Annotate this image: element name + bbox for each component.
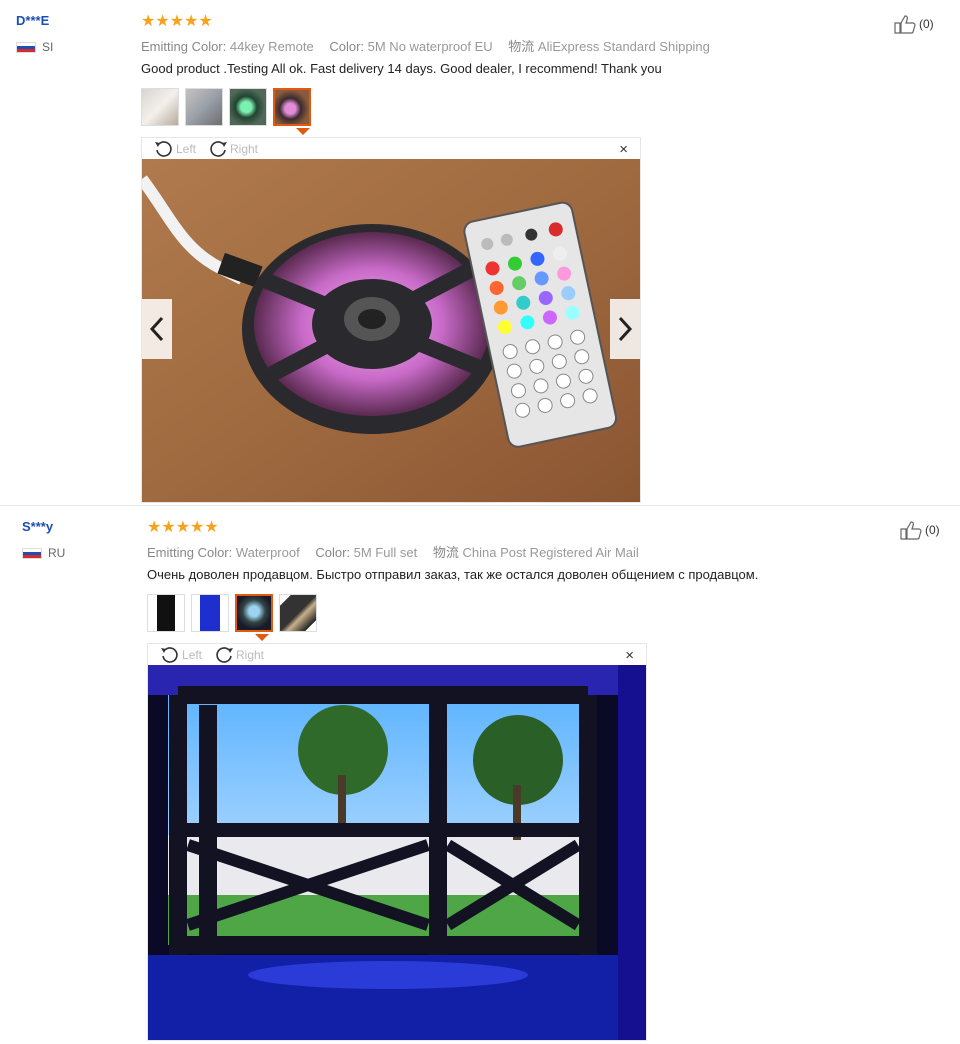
rating-stars: ★★★★★ xyxy=(141,13,213,30)
photo-thumbnails xyxy=(147,594,317,632)
reviewer-country: RU xyxy=(22,546,65,560)
rotate-right-label: Right xyxy=(230,142,259,156)
review-photo xyxy=(148,665,646,1040)
chevron-right-icon xyxy=(618,316,633,342)
close-icon[interactable]: × xyxy=(625,647,634,664)
rotate-left-icon xyxy=(161,647,178,663)
reviewer-name[interactable]: S***y xyxy=(22,519,53,534)
rating-stars: ★★★★★ xyxy=(147,519,219,536)
reviewer-name[interactable]: D***E xyxy=(16,13,49,28)
like-button[interactable]: (0) xyxy=(893,14,934,34)
photo-thumbnails xyxy=(141,88,311,126)
rotate-right-button[interactable]: Right xyxy=(208,140,258,158)
color-value: 5M Full set xyxy=(353,545,418,560)
flag-icon xyxy=(22,547,42,559)
sku-attributes: Emitting Color: 44key Remote Color: 5M N… xyxy=(141,36,722,55)
rotate-left-label: Left xyxy=(182,648,203,662)
review-text: Очень доволен продавцом. Быстро отправил… xyxy=(147,567,759,582)
rotate-left-button[interactable]: Left xyxy=(154,140,196,158)
rotate-left-button[interactable]: Left xyxy=(160,646,202,664)
review-text: Good product .Testing All ok. Fast deliv… xyxy=(141,61,662,76)
thumbnail-4[interactable] xyxy=(273,88,311,126)
active-thumb-caret xyxy=(255,634,269,641)
color-label: Color: xyxy=(315,545,351,560)
thumbs-up-icon xyxy=(894,15,916,34)
blue-led-window-photo xyxy=(148,665,646,1040)
emitting-label: Emitting Color: xyxy=(141,39,227,54)
emitting-value: 44key Remote xyxy=(229,39,314,54)
country-code: SI xyxy=(42,40,54,54)
chevron-left-icon xyxy=(149,316,164,342)
review-item-1: D***E SI ★★★★★ Emitting Color: 44key Rem… xyxy=(0,0,960,505)
like-button[interactable]: (0) xyxy=(899,520,940,540)
shipping-value: China Post Registered Air Mail xyxy=(462,545,639,560)
photo-viewer: Left Right × xyxy=(141,137,641,503)
reviewer-country: SI xyxy=(16,40,53,54)
like-count: (0) xyxy=(925,523,940,537)
shipping-label: 物流 xyxy=(432,545,459,560)
flag-icon xyxy=(16,41,36,53)
rotate-left-label: Left xyxy=(176,142,197,156)
emitting-value: Waterproof xyxy=(235,545,300,560)
thumbnail-4[interactable] xyxy=(279,594,317,632)
review-photo xyxy=(142,159,640,502)
thumbnail-3[interactable] xyxy=(229,88,267,126)
led-strip-photo xyxy=(142,159,640,502)
viewer-toolbar: Left Right × xyxy=(142,138,640,158)
close-icon[interactable]: × xyxy=(619,141,628,158)
shipping-value: AliExpress Standard Shipping xyxy=(537,39,710,54)
thumbnail-2[interactable] xyxy=(191,594,229,632)
next-photo-button[interactable] xyxy=(610,299,640,359)
color-label: Color: xyxy=(329,39,365,54)
rotate-left-icon xyxy=(155,141,172,157)
viewer-toolbar: Left Right × xyxy=(148,644,646,664)
active-thumb-caret xyxy=(296,128,310,135)
previous-photo-button[interactable] xyxy=(142,299,172,359)
thumbnail-3[interactable] xyxy=(235,594,273,632)
emitting-label: Emitting Color: xyxy=(147,545,233,560)
rotate-right-label: Right xyxy=(236,648,265,662)
sku-attributes: Emitting Color: Waterproof Color: 5M Ful… xyxy=(147,542,651,561)
country-code: RU xyxy=(48,546,66,560)
rotate-right-button[interactable]: Right xyxy=(214,646,264,664)
photo-viewer: Left Right × xyxy=(147,643,647,1041)
shipping-label: 物流 xyxy=(508,39,535,54)
review-item-2: S***y RU ★★★★★ Emitting Color: Waterproo… xyxy=(0,505,960,1044)
thumbnail-2[interactable] xyxy=(185,88,223,126)
thumbnail-1[interactable] xyxy=(141,88,179,126)
rotate-right-icon xyxy=(216,647,233,663)
thumbs-up-icon xyxy=(900,521,922,540)
like-count: (0) xyxy=(919,17,934,31)
rotate-right-icon xyxy=(210,141,227,157)
color-value: 5M No waterproof EU xyxy=(367,39,493,54)
thumbnail-1[interactable] xyxy=(147,594,185,632)
